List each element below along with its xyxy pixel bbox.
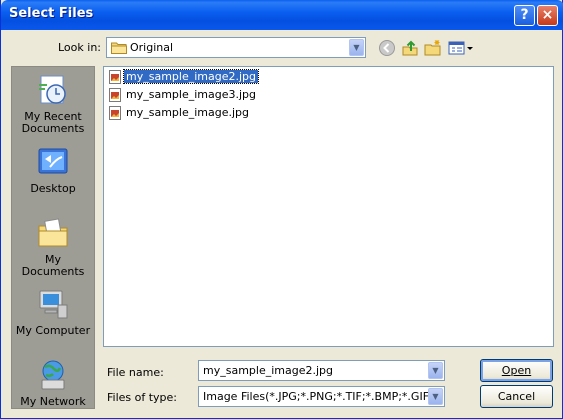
file-name: my_sample_image2.jpg (123, 69, 259, 84)
chevron-down-icon[interactable]: ▼ (428, 362, 443, 379)
cancel-button-label: Cancel (497, 390, 536, 403)
look-in-value: Original (130, 41, 174, 54)
file-type-value: Image Files(*.JPG;*.PNG;*.TIF;*.BMP;*.GI… (203, 390, 434, 403)
title-bar[interactable]: Select Files ? × (1, 0, 563, 30)
my-documents-icon (38, 218, 68, 247)
file-name: my_sample_image.jpg (126, 106, 249, 119)
file-name-input[interactable] (201, 362, 425, 379)
place-label: My Recent Documents (21, 110, 85, 135)
look-in-label: Look in: (58, 41, 101, 54)
cancel-button[interactable]: Cancel (480, 385, 553, 408)
close-button[interactable]: × (537, 5, 558, 26)
jpg-image-icon (109, 106, 121, 120)
open-button[interactable]: Open (480, 359, 553, 382)
jpg-image-icon (109, 88, 121, 102)
select-files-dialog: Select Files ? × Look in: Original ▼ My … (0, 0, 563, 419)
my-computer-icon (39, 290, 68, 319)
places-bar: My Recent Documents Desktop My Documents (11, 66, 95, 409)
back-icon[interactable] (378, 39, 396, 57)
file-list[interactable]: my_sample_image2.jpg my_sample_image3.jp… (103, 66, 554, 347)
place-label: My Network (20, 395, 86, 408)
place-label: My Documents (21, 253, 85, 278)
file-name-label: File name: (107, 366, 164, 379)
file-name-combo[interactable]: ▼ (198, 360, 445, 381)
place-label: My Computer (15, 324, 91, 337)
place-label: Desktop (30, 182, 76, 195)
recent-documents-icon (39, 75, 66, 104)
file-type-select[interactable]: Image Files(*.JPG;*.PNG;*.TIF;*.BMP;*.GI… (198, 386, 445, 407)
window-title: Select Files (9, 6, 94, 21)
folder-icon (111, 42, 127, 54)
chevron-down-icon[interactable]: ▼ (428, 388, 443, 405)
help-button[interactable]: ? (514, 5, 535, 26)
up-folder-icon[interactable] (401, 39, 419, 57)
open-button-label: Open (501, 364, 532, 377)
my-network-icon (41, 360, 65, 390)
view-menu-icon[interactable] (448, 39, 474, 57)
jpg-image-icon (109, 70, 121, 84)
file-type-label: Files of type: (107, 391, 178, 404)
new-folder-icon[interactable] (424, 39, 442, 57)
desktop-icon (38, 148, 68, 174)
look-in-combo[interactable]: Original ▼ (106, 37, 366, 58)
chevron-down-icon[interactable]: ▼ (349, 39, 364, 56)
file-name: my_sample_image3.jpg (126, 88, 256, 101)
